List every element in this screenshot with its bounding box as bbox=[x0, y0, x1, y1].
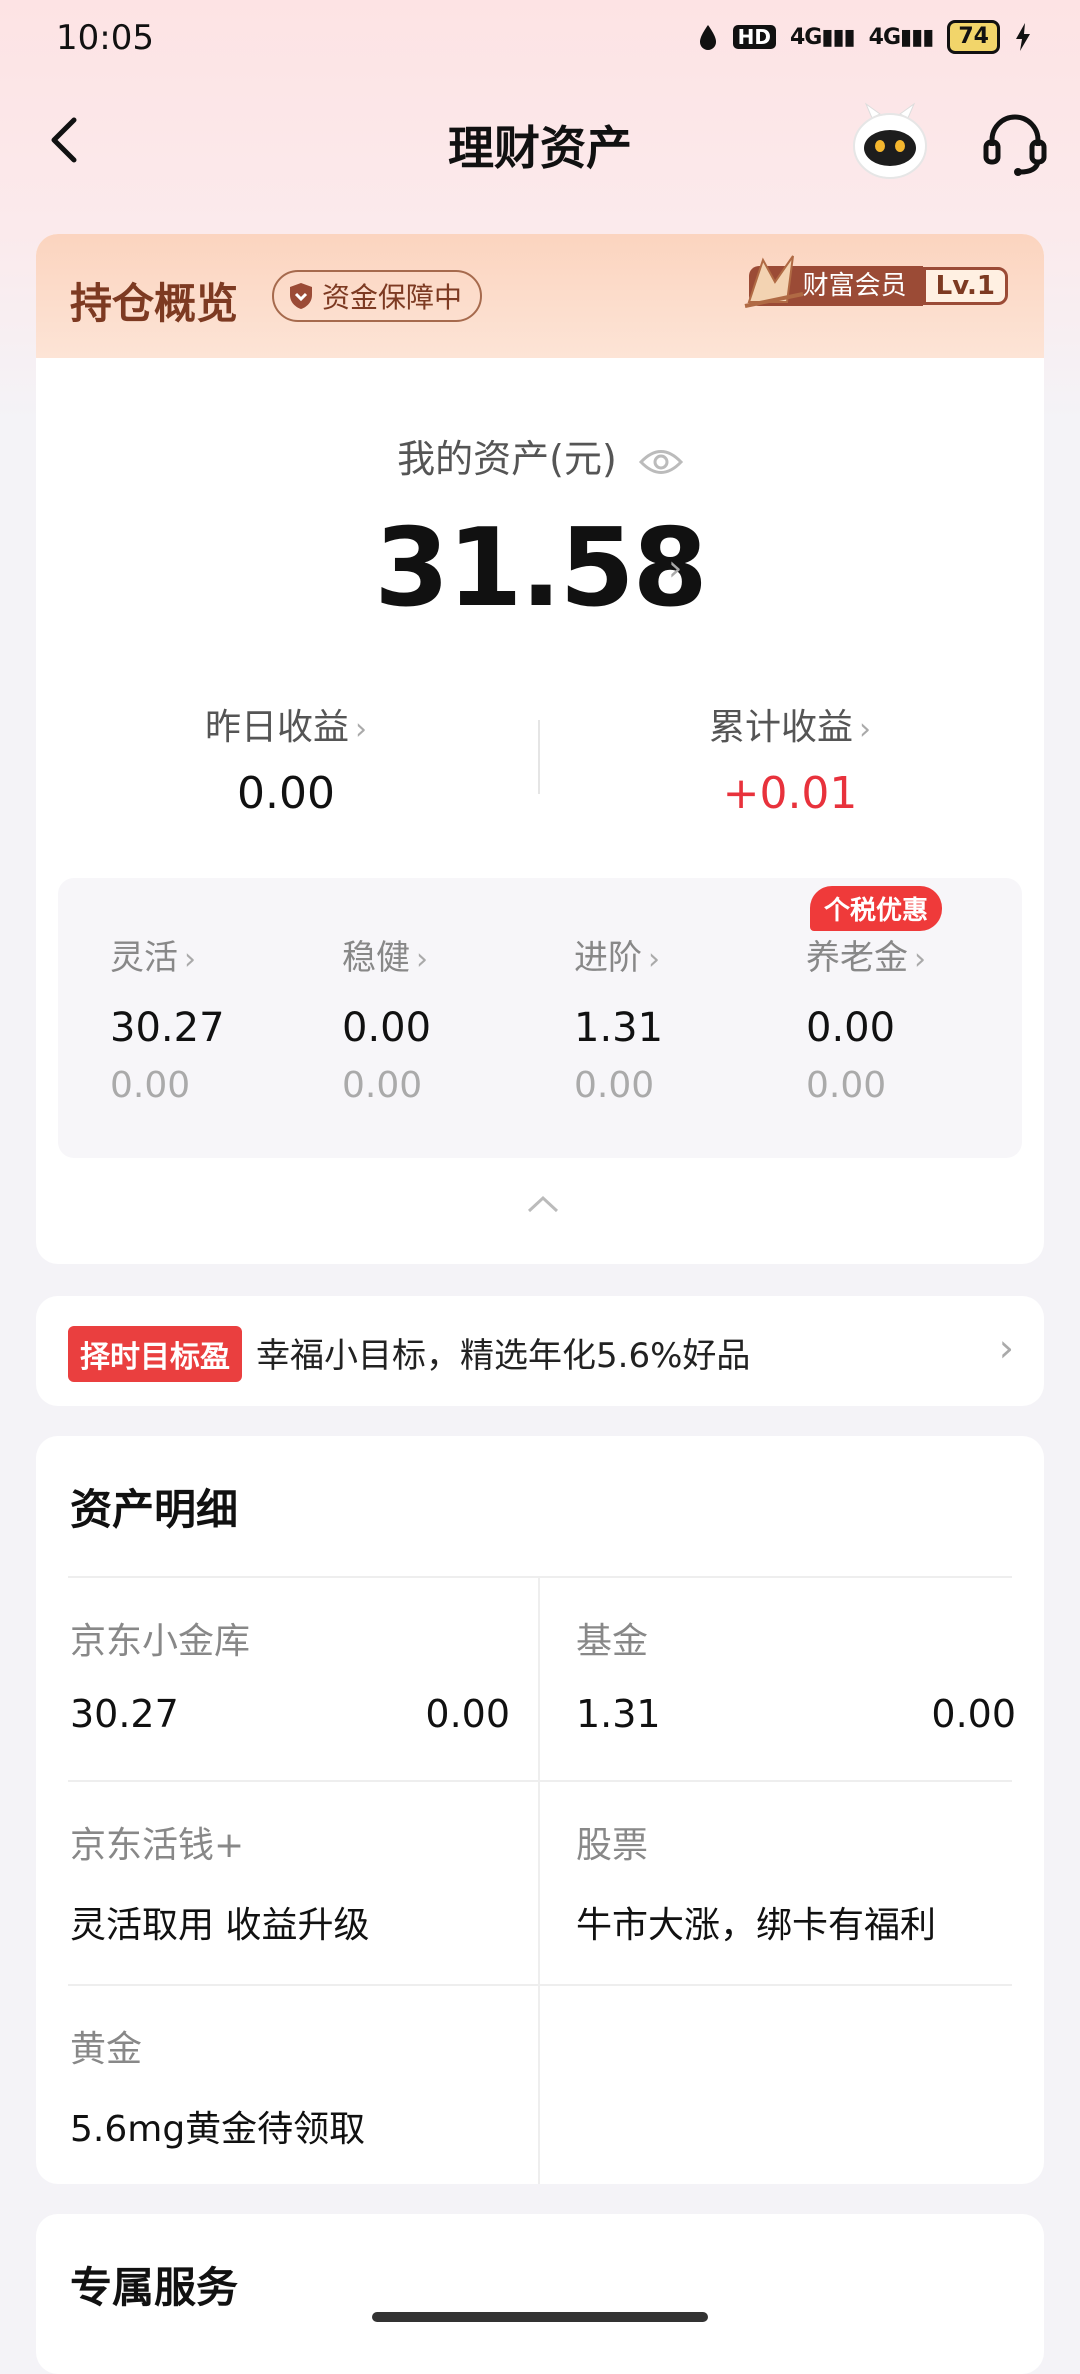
guarantee-label: 资金保障中 bbox=[322, 281, 463, 314]
service-title: 专属服务 bbox=[70, 2263, 239, 2312]
asset-item-jd-vault[interactable]: 京东小金库 30.27 0.00 bbox=[70, 1612, 510, 1736]
hd-icon: HD bbox=[732, 25, 776, 49]
signal-icon-1: 4G▮▮▮ bbox=[789, 24, 856, 50]
chevron-up-icon[interactable] bbox=[526, 1194, 560, 1214]
category-income: 0.00 bbox=[342, 1065, 423, 1106]
battery-icon: 74 bbox=[947, 20, 1000, 54]
overview-header: 持仓概览 资金保障中 财富会员 Lv.1 bbox=[36, 234, 1044, 358]
asset-details-title: 资产明细 bbox=[70, 1485, 239, 1534]
fund-guarantee-badge[interactable]: 资金保障中 bbox=[272, 270, 483, 322]
chevron-right-icon: › bbox=[914, 942, 926, 977]
category-income: 0.00 bbox=[110, 1065, 191, 1106]
asset-name: 京东活钱+ bbox=[70, 1825, 245, 1866]
category-value: 1.31 bbox=[574, 1005, 664, 1051]
member-level: Lv.1 bbox=[922, 267, 1008, 305]
nav-bar: 理财资产 bbox=[0, 90, 1080, 200]
asset-value: 30.27 bbox=[70, 1692, 179, 1736]
yesterday-income-label: 昨日收益 › bbox=[204, 707, 367, 748]
chevron-right-icon: › bbox=[648, 942, 660, 977]
shield-icon bbox=[290, 283, 312, 309]
asset-desc: 灵活取用 收益升级 bbox=[70, 1905, 370, 1946]
divider bbox=[68, 1780, 1012, 1782]
eye-icon[interactable] bbox=[638, 447, 683, 477]
home-indicator[interactable] bbox=[372, 2312, 708, 2322]
promo-banner[interactable]: 择时目标盈 幸福小目标，精选年化5.6%好品 › bbox=[36, 1296, 1044, 1406]
asset-values: 1.31 0.00 bbox=[576, 1692, 1016, 1736]
divider bbox=[68, 1984, 1012, 1986]
category-label: 进阶 › bbox=[574, 938, 660, 978]
total-income-label: 累计收益 › bbox=[708, 707, 871, 748]
wealth-member-badge[interactable]: 财富会员 Lv.1 bbox=[744, 255, 1008, 308]
category-label: 灵活 › bbox=[110, 938, 196, 978]
member-label: 财富会员 bbox=[802, 271, 907, 301]
category-value: 30.27 bbox=[110, 1005, 225, 1051]
member-crown-icon bbox=[744, 255, 804, 308]
holdings-overview-card: 持仓概览 资金保障中 财富会员 Lv.1 我的资产(元) 31.58 › 昨日收… bbox=[36, 234, 1044, 1264]
asset-name: 京东小金库 bbox=[70, 1621, 251, 1662]
yesterday-income[interactable]: 昨日收益 › 0.00 bbox=[36, 698, 536, 819]
total-assets-value[interactable]: 31.58 bbox=[36, 506, 1044, 631]
charging-icon bbox=[1016, 23, 1030, 51]
assets-label-text: 我的资产(元) bbox=[397, 437, 617, 481]
category-stable[interactable]: 稳健 › 0.00 0.00 bbox=[342, 930, 562, 1106]
yesterday-income-value: 0.00 bbox=[237, 768, 335, 819]
asset-item-gold[interactable]: 黄金 5.6mg黄金待领取 bbox=[70, 2020, 510, 2152]
signal-icon-2: 4G▮▮▮ bbox=[868, 24, 935, 50]
drop-icon bbox=[699, 25, 716, 50]
chevron-right-icon[interactable]: › bbox=[668, 548, 682, 589]
category-label: 养老金 › bbox=[806, 938, 926, 978]
chevron-right-icon: › bbox=[355, 712, 367, 747]
divider bbox=[538, 1576, 540, 2184]
asset-income: 0.00 bbox=[425, 1692, 510, 1736]
chevron-right-icon: › bbox=[416, 942, 428, 977]
overview-title: 持仓概览 bbox=[70, 279, 239, 328]
robot-assistant-icon[interactable] bbox=[848, 100, 932, 184]
total-income-value: +0.01 bbox=[722, 768, 858, 819]
asset-name: 黄金 bbox=[70, 2029, 143, 2070]
exclusive-service-card: 专属服务 bbox=[36, 2214, 1044, 2374]
category-pension[interactable]: 养老金 › 0.00 0.00 bbox=[806, 930, 1026, 1106]
status-bar: 10:05 HD 4G▮▮▮ 4G▮▮▮ 74 bbox=[0, 0, 1080, 80]
status-icons: HD 4G▮▮▮ 4G▮▮▮ 74 bbox=[697, 20, 1032, 54]
asset-details-card: 资产明细 京东小金库 30.27 0.00 基金 1.31 0.00 京东活钱+… bbox=[36, 1436, 1044, 2184]
chevron-right-icon: › bbox=[998, 1326, 1014, 1370]
asset-item-stock[interactable]: 股票 牛市大涨，绑卡有福利 bbox=[576, 1816, 1016, 1948]
asset-desc: 5.6mg黄金待领取 bbox=[70, 2109, 366, 2150]
asset-desc: 牛市大涨，绑卡有福利 bbox=[576, 1905, 937, 1946]
chevron-right-icon: › bbox=[184, 942, 196, 977]
asset-item-jd-cash-plus[interactable]: 京东活钱+ 灵活取用 收益升级 bbox=[70, 1816, 510, 1948]
category-income: 0.00 bbox=[574, 1065, 655, 1106]
category-label: 稳健 › bbox=[342, 938, 428, 978]
promo-text: 幸福小目标，精选年化5.6%好品 bbox=[256, 1336, 751, 1376]
category-flexible[interactable]: 灵活 › 30.27 0.00 bbox=[110, 930, 330, 1106]
customer-service-icon[interactable] bbox=[980, 108, 1050, 178]
promo-tag: 择时目标盈 bbox=[68, 1326, 242, 1382]
status-time: 10:05 bbox=[56, 18, 154, 58]
category-value: 0.00 bbox=[806, 1005, 896, 1051]
divider bbox=[68, 1576, 1012, 1578]
chevron-right-icon: › bbox=[859, 712, 871, 747]
asset-values: 30.27 0.00 bbox=[70, 1692, 510, 1736]
category-panel: 个税优惠 灵活 › 30.27 0.00 稳健 › 0.00 0.00 进阶 › 1.… bbox=[58, 878, 1022, 1158]
total-income[interactable]: 累计收益 › +0.01 bbox=[540, 698, 1040, 819]
asset-item-fund[interactable]: 基金 1.31 0.00 bbox=[576, 1612, 1016, 1736]
category-advanced[interactable]: 进阶 › 1.31 0.00 bbox=[574, 930, 794, 1106]
my-assets-label: 我的资产(元) bbox=[36, 428, 1044, 483]
asset-name: 基金 bbox=[576, 1621, 649, 1662]
tax-benefit-badge: 个税优惠 bbox=[810, 886, 943, 931]
asset-name: 股票 bbox=[576, 1825, 649, 1866]
category-value: 0.00 bbox=[342, 1005, 432, 1051]
asset-value: 1.31 bbox=[576, 1692, 661, 1736]
asset-income: 0.00 bbox=[931, 1692, 1016, 1736]
category-income: 0.00 bbox=[806, 1065, 887, 1106]
member-tag: 财富会员 bbox=[744, 255, 923, 308]
